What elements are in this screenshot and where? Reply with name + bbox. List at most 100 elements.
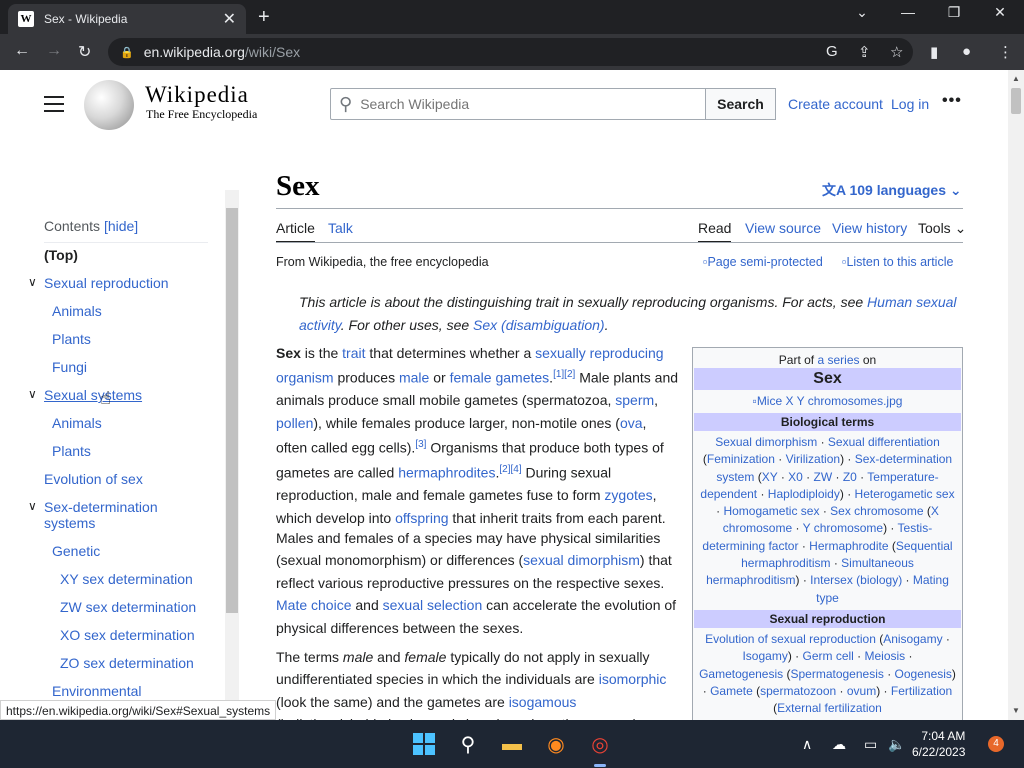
forward-icon[interactable]: → xyxy=(46,42,62,60)
lock-icon[interactable]: 🔒 xyxy=(120,46,134,59)
wikipedia-globe-logo[interactable] xyxy=(84,80,134,130)
side-panel-icon[interactable]: ▮ xyxy=(930,43,938,61)
sex-disambiguation-link[interactable]: Sex (disambiguation) xyxy=(473,317,605,333)
windows-start-icon[interactable] xyxy=(408,728,440,760)
personal-tools-menu-icon[interactable]: ••• xyxy=(942,92,962,110)
tools-menu[interactable]: Tools ⌄ xyxy=(918,220,966,237)
toc-hide-link[interactable]: [hide] xyxy=(104,218,138,234)
search-input[interactable] xyxy=(360,96,681,112)
notification-badge[interactable]: 4 xyxy=(988,736,1004,752)
profile-icon[interactable]: ● xyxy=(962,43,971,60)
toc-item-zo-sex-determination[interactable]: ZO sex determination xyxy=(60,655,194,671)
toc-item-xy-sex-determination[interactable]: XY sex determination xyxy=(60,571,193,587)
zygotes-link[interactable]: zygotes xyxy=(604,487,652,503)
infobox-image[interactable]: ▫Mice X Y chromosomes.jpg xyxy=(693,391,962,411)
network-icon[interactable]: ▭ xyxy=(864,736,877,753)
language-count: 109 languages xyxy=(849,182,946,198)
chevron-down-icon[interactable]: ∨ xyxy=(28,499,37,513)
toc-item-zw-sex-determination[interactable]: ZW sex determination xyxy=(60,599,196,615)
toc-item-fungi[interactable]: Fungi xyxy=(52,359,87,375)
tab-close-icon[interactable]: ✕ xyxy=(223,9,236,29)
language-button[interactable]: 文A 109 languages ⌄ xyxy=(822,180,962,200)
chevron-down-icon[interactable]: ∨ xyxy=(28,275,37,289)
offspring-link[interactable]: offspring xyxy=(395,510,448,526)
clock-time: 7:04 AM xyxy=(921,729,966,743)
isogamous-link[interactable]: isogamous xyxy=(509,694,577,710)
create-account-link[interactable]: Create account xyxy=(788,96,883,112)
toc-item-xo-sex-determination[interactable]: XO sex determination xyxy=(60,627,195,643)
scroll-down-icon[interactable]: ▼ xyxy=(1012,706,1020,715)
minimize-icon[interactable]: — xyxy=(888,4,928,20)
tab-article[interactable]: Article xyxy=(276,220,315,243)
male-link[interactable]: male xyxy=(399,370,429,386)
chrome-menu-icon[interactable]: ⋮ xyxy=(998,43,1013,61)
mate-choice-link[interactable]: Mate choice xyxy=(276,597,351,613)
toc-item-sexual-systems[interactable]: Sexual systems xyxy=(44,387,142,403)
share-icon[interactable]: ⇪ xyxy=(858,43,871,61)
infobox-section-heading: Sexual reproduction xyxy=(694,609,961,628)
hermaphrodites-link[interactable]: hermaphrodites xyxy=(398,465,495,481)
tab-read[interactable]: Read xyxy=(698,220,732,243)
chrome-icon[interactable]: ◎ xyxy=(584,728,616,760)
listen-article-indicator[interactable]: ▫Listen to this article xyxy=(842,255,953,269)
toc-scrollbar[interactable] xyxy=(225,190,239,720)
restore-icon[interactable]: ❐ xyxy=(934,4,974,21)
tab-view-history[interactable]: View history xyxy=(832,220,907,236)
trait-link[interactable]: trait xyxy=(342,345,365,361)
sexual-selection-link[interactable]: sexual selection xyxy=(383,597,483,613)
log-in-link[interactable]: Log in xyxy=(891,96,929,112)
female-gametes-link[interactable]: female gametes xyxy=(450,370,550,386)
title-divider xyxy=(276,208,963,209)
toc-item-sex-determination-systems[interactable]: Sex-determination systems xyxy=(44,499,174,531)
file-explorer-icon[interactable]: ▬ xyxy=(496,728,528,760)
close-window-icon[interactable]: ✕ xyxy=(980,4,1020,21)
semi-protected-indicator[interactable]: ▫Page semi-protected xyxy=(703,255,823,269)
infobox-text: on xyxy=(862,353,877,367)
wikipedia-wordmark[interactable]: Wikipedia xyxy=(145,82,249,108)
page-scroll-thumb[interactable] xyxy=(1011,88,1021,114)
toc-scroll-thumb[interactable] xyxy=(226,208,238,613)
firefox-icon[interactable]: ◉ xyxy=(540,728,572,760)
google-lens-icon[interactable]: G xyxy=(826,43,838,60)
chevron-down-icon[interactable]: ∨ xyxy=(28,387,37,401)
search-button[interactable]: Search xyxy=(705,88,776,120)
cloud-off-icon[interactable]: ☁ xyxy=(832,736,846,753)
toc-item-sexual-reproduction[interactable]: Sexual reproduction xyxy=(44,275,169,291)
address-bar[interactable]: 🔒 en.wikipedia.org /wiki/Sex xyxy=(108,38,913,66)
toc-item-plants[interactable]: Plants xyxy=(52,331,91,347)
toc-item-environmental[interactable]: Environmental xyxy=(52,683,142,699)
sperm-link[interactable]: sperm xyxy=(615,392,654,408)
volume-icon[interactable]: 🔈 xyxy=(888,736,905,753)
scroll-up-icon[interactable]: ▲ xyxy=(1012,74,1020,83)
toc-item-evolution-of-sex[interactable]: Evolution of sex xyxy=(44,471,143,487)
chevron-up-icon[interactable]: ∧ xyxy=(802,736,812,753)
toc-item-animals[interactable]: Animals xyxy=(52,303,102,319)
back-icon[interactable]: ← xyxy=(14,42,30,60)
tab-title: Sex - Wikipedia xyxy=(44,12,128,26)
sexual-dimorphism-link[interactable]: sexual dimorphism xyxy=(523,552,640,568)
tab-talk[interactable]: Talk xyxy=(328,220,353,236)
series-link[interactable]: a series xyxy=(817,353,859,367)
browser-tab[interactable]: W Sex - Wikipedia ✕ xyxy=(8,4,246,34)
pollen-link[interactable]: pollen xyxy=(276,415,313,431)
toc-item-plants[interactable]: Plants xyxy=(52,443,91,459)
reload-icon[interactable]: ↻ xyxy=(78,42,91,62)
toc-item-genetic[interactable]: Genetic xyxy=(52,543,100,559)
bookmark-star-icon[interactable]: ☆ xyxy=(890,43,903,61)
toc-item-animals[interactable]: Animals xyxy=(52,415,102,431)
ova-link[interactable]: ova xyxy=(620,415,643,431)
new-tab-icon[interactable]: + xyxy=(258,6,270,29)
system-clock[interactable]: 7:04 AM 6/22/2023 xyxy=(912,728,965,760)
main-menu-icon[interactable] xyxy=(44,96,64,112)
page-scrollbar[interactable]: ▲ ▼ xyxy=(1008,70,1024,720)
search-field[interactable]: ⚲ xyxy=(330,88,706,120)
article-paragraph: Males and females of a species may have … xyxy=(276,530,677,636)
tab-search-icon[interactable]: ⌄ xyxy=(842,4,882,21)
toc-item-top[interactable]: (Top) xyxy=(44,247,78,263)
isomorphic-link[interactable]: isomorphic xyxy=(599,671,667,687)
search-icon[interactable]: ⚲ xyxy=(452,728,484,760)
site-subtitle: From Wikipedia, the free encyclopedia xyxy=(276,255,489,269)
url-path: /wiki/Sex xyxy=(244,44,301,60)
chevron-down-icon: ⌄ xyxy=(954,220,967,236)
tab-view-source[interactable]: View source xyxy=(745,220,821,236)
